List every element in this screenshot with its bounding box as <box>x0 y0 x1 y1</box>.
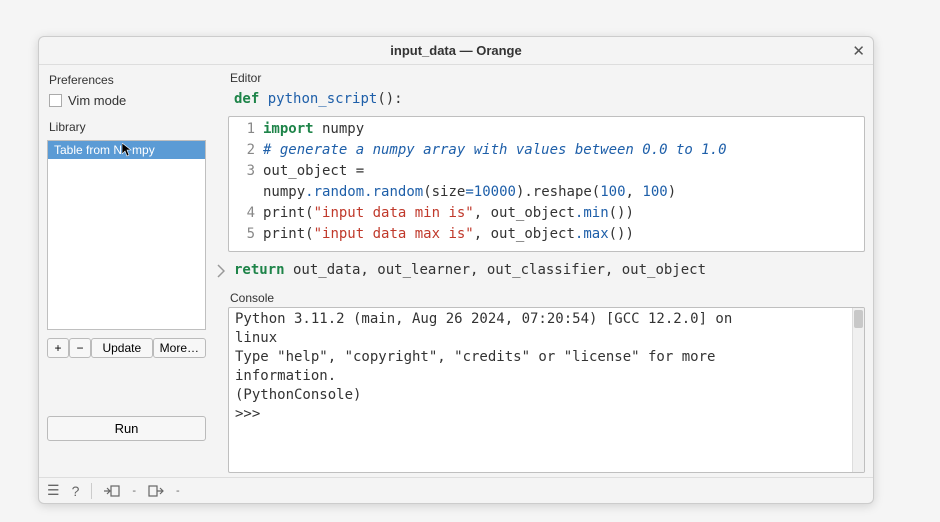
run-button[interactable]: Run <box>47 416 206 441</box>
scrollbar-thumb[interactable] <box>854 310 863 328</box>
preferences-label: Preferences <box>49 73 206 87</box>
update-button[interactable]: Update <box>91 338 153 358</box>
panel-splitter[interactable] <box>214 65 228 477</box>
scrollbar[interactable] <box>852 308 864 472</box>
help-icon[interactable]: ? <box>72 483 80 499</box>
console-line: linux <box>235 329 858 348</box>
console-line: Python 3.11.2 (main, Aug 26 2024, 07:20:… <box>235 310 858 329</box>
input-icon[interactable] <box>104 484 120 498</box>
dash-icon: - <box>132 485 136 497</box>
dash-icon: - <box>176 485 180 497</box>
editor-signature: def python_script(): <box>228 87 865 112</box>
window-title: input_data — Orange <box>390 43 521 58</box>
remove-button[interactable]: − <box>69 338 91 358</box>
library-label: Library <box>49 120 206 134</box>
library-buttons: + − Update More… <box>47 338 206 358</box>
editor-return: return out_data, out_learner, out_classi… <box>228 254 865 283</box>
vim-mode-checkbox[interactable]: Vim mode <box>49 93 206 108</box>
library-list[interactable]: Table from Nmpy <box>47 140 206 330</box>
menu-icon[interactable]: ☰ <box>47 482 60 499</box>
code-editor[interactable]: def python_script(): 1import numpy 2# ge… <box>228 87 865 283</box>
close-icon[interactable]: ✕ <box>852 42 865 60</box>
more-button[interactable]: More… <box>153 338 206 358</box>
left-panel: Preferences Vim mode Library Table from … <box>39 65 214 477</box>
statusbar: ☰ ? - - <box>39 477 873 503</box>
editor-label: Editor <box>230 71 865 85</box>
console-output[interactable]: Python 3.11.2 (main, Aug 26 2024, 07:20:… <box>228 307 865 473</box>
output-icon[interactable] <box>148 484 164 498</box>
console-line: Type "help", "copyright", "credits" or "… <box>235 348 858 367</box>
titlebar: input_data — Orange ✕ <box>39 37 873 65</box>
editor-body[interactable]: 1import numpy 2# generate a numpy array … <box>228 116 865 252</box>
console-line: (PythonConsole) <box>235 386 858 405</box>
app-window: input_data — Orange ✕ Preferences Vim mo… <box>38 36 874 504</box>
separator <box>91 483 92 499</box>
console-label: Console <box>230 291 865 305</box>
library-item-label: Table from Nmpy <box>54 143 155 157</box>
console-line: information. <box>235 367 858 386</box>
console-section: Console Python 3.11.2 (main, Aug 26 2024… <box>228 289 865 473</box>
console-prompt: >>> <box>235 405 858 424</box>
right-panel: Editor def python_script(): 1import nump… <box>228 65 873 477</box>
checkbox-icon <box>49 94 62 107</box>
add-button[interactable]: + <box>47 338 69 358</box>
vim-mode-label: Vim mode <box>68 93 126 108</box>
library-item[interactable]: Table from Nmpy <box>48 141 205 159</box>
chevron-right-icon <box>217 264 225 278</box>
